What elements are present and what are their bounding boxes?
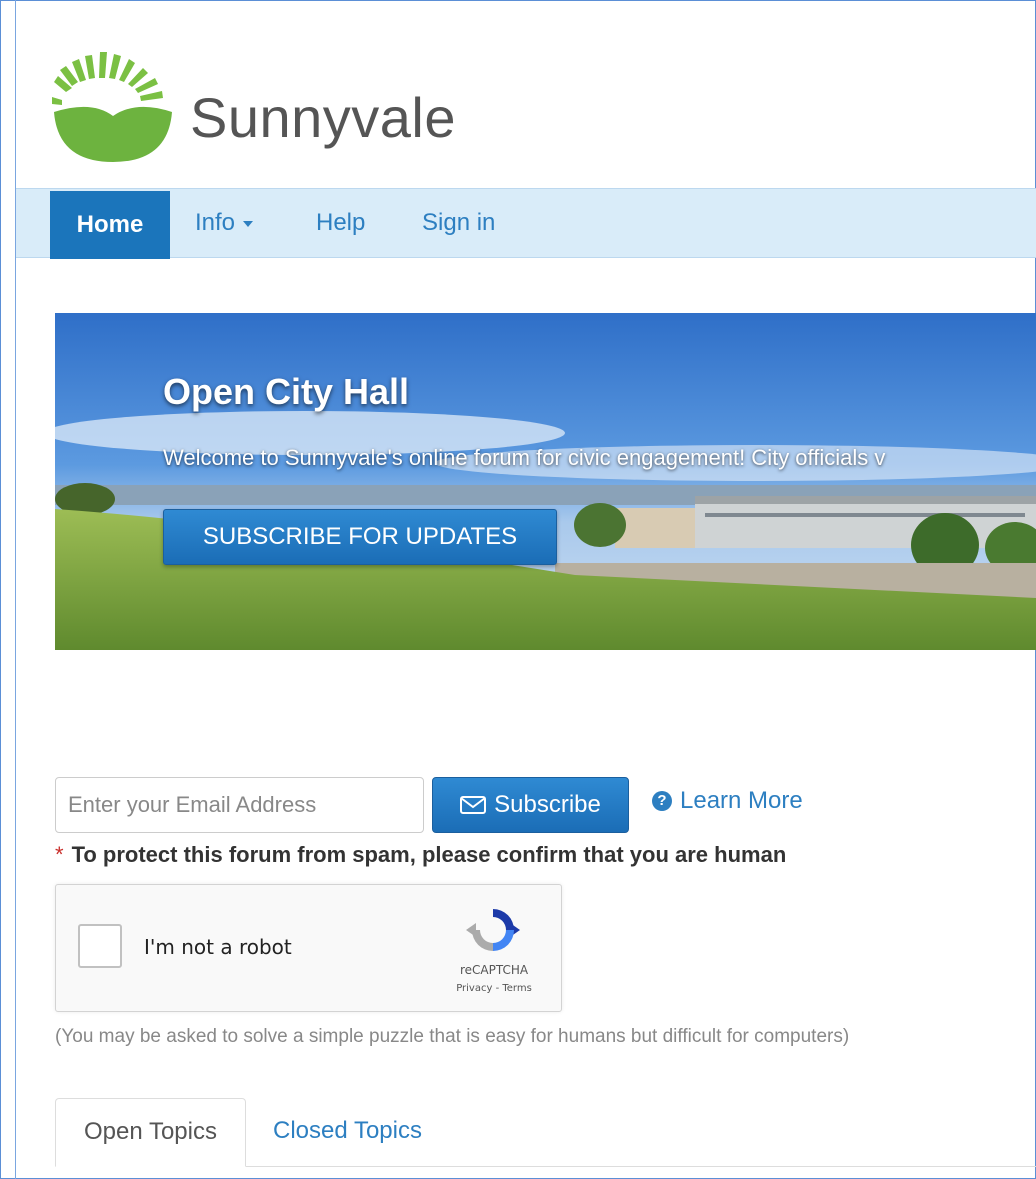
tab-closed-topics[interactable]: Closed Topics [273,1098,422,1167]
recaptcha-brand: reCAPTCHA [459,963,529,977]
learn-more-link[interactable]: ? Learn More [652,787,803,815]
nav-info-label: Info [195,209,236,236]
spam-prompt-text: To protect this forum from spam, please … [71,842,787,867]
main-navbar: Home Info Help Sign in [16,188,1036,259]
envelope-icon [460,796,487,814]
captcha-note: (You may be asked to solve a simple puzz… [55,1026,850,1047]
hero-background-image [55,313,1036,650]
recaptcha-checkbox[interactable] [78,924,122,968]
subscribe-button-label: Subscribe [494,791,601,818]
brand-name[interactable]: Sunnyvale [190,90,456,146]
sunrise-logo-icon[interactable] [52,42,174,164]
recaptcha-label: I'm not a robot [144,935,292,959]
caret-down-icon [243,220,254,227]
nav-help[interactable]: Help [316,189,365,257]
question-circle-icon: ? [652,791,672,811]
hero-welcome-text: Welcome to Sunnyvale's online forum for … [163,445,886,470]
tab-open-topics[interactable]: Open Topics [55,1098,246,1167]
recaptcha-privacy-terms[interactable]: Privacy - Terms [434,983,554,994]
email-input[interactable] [55,777,424,833]
recaptcha-logo-icon [466,909,520,951]
nav-home[interactable]: Home [50,191,170,259]
nav-info-dropdown[interactable]: Info [195,189,254,257]
spam-prompt: * To protect this forum from spam, please… [55,842,786,868]
learn-more-label: Learn More [680,787,803,814]
subscribe-button[interactable]: Subscribe [432,777,629,833]
recaptcha-widget: I'm not a robot reCAPTCHA Privacy - Term… [55,884,562,1012]
hero-title: Open City Hall [163,371,410,412]
nav-sign-in[interactable]: Sign in [422,189,495,257]
subscribe-for-updates-button[interactable]: SUBSCRIBE FOR UPDATES [163,509,557,565]
required-marker: * [55,842,64,867]
content-border [15,0,16,1179]
hero-banner: Open City Hall Welcome to Sunnyvale's on… [55,313,1036,650]
